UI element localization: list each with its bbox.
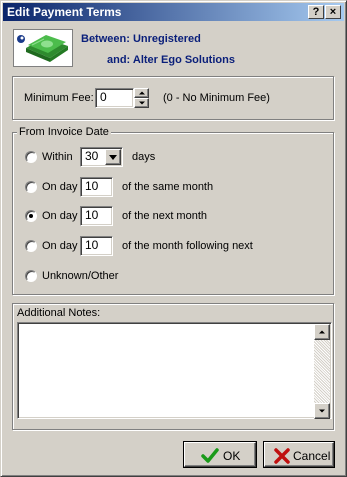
radio-next-month-label: On day xyxy=(42,210,78,222)
down-arrow-icon xyxy=(138,101,145,105)
notes-label: Additional Notes: xyxy=(17,307,101,319)
same-month-suffix: of the same month xyxy=(122,181,214,193)
notes-scroll-up-button[interactable] xyxy=(314,324,330,340)
next-month-day-input[interactable]: 10 xyxy=(80,206,113,226)
help-button[interactable]: ? xyxy=(308,5,324,19)
and-label: and: xyxy=(107,54,131,66)
radio-within-label: Within xyxy=(42,151,73,163)
radio-unknown-other[interactable] xyxy=(25,270,37,282)
between-value: Unregistered xyxy=(132,33,201,45)
radio-same-month[interactable] xyxy=(25,181,37,193)
radio-month-following-next-label: On day xyxy=(42,240,78,252)
ok-button[interactable]: OK xyxy=(184,442,256,467)
edit-payment-terms-dialog: Edit Payment Terms ? × Between: Unregist… xyxy=(0,0,347,477)
and-row: and: Alter Ego Solutions xyxy=(107,54,235,66)
radio-month-following-next[interactable] xyxy=(25,240,37,252)
within-suffix: days xyxy=(132,151,156,163)
minimum-fee-label: Minimum Fee: xyxy=(24,92,94,104)
window-title: Edit Payment Terms xyxy=(7,5,122,19)
ok-button-label: OK xyxy=(223,449,241,463)
invoice-date-group-title: From Invoice Date xyxy=(17,126,111,138)
check-icon xyxy=(201,448,219,463)
and-value: Alter Ego Solutions xyxy=(132,54,235,66)
radio-same-month-label: On day xyxy=(42,181,78,193)
cancel-button-label: Cancel xyxy=(293,449,331,463)
radio-unknown-other-label: Unknown/Other xyxy=(42,270,119,282)
up-arrow-icon xyxy=(138,91,145,95)
dropdown-arrow-icon xyxy=(109,155,117,160)
minimum-fee-spin-down[interactable] xyxy=(134,98,149,108)
minimum-fee-input[interactable]: 0 xyxy=(95,88,134,108)
next-month-suffix: of the next month xyxy=(122,210,207,222)
title-bar[interactable]: Edit Payment Terms ? × xyxy=(3,3,344,21)
within-days-value: 30 xyxy=(85,149,99,163)
notes-scrollbar-track[interactable] xyxy=(314,340,330,403)
month-following-next-suffix: of the month following next xyxy=(122,240,253,252)
same-month-day-input[interactable]: 10 xyxy=(80,177,113,197)
between-row: Between: Unregistered xyxy=(81,33,201,45)
up-arrow-icon xyxy=(319,330,325,334)
notes-scroll-down-button[interactable] xyxy=(314,403,330,419)
notes-textarea[interactable] xyxy=(17,322,332,419)
month-following-next-day-input[interactable]: 10 xyxy=(80,236,113,256)
radio-next-month[interactable] xyxy=(25,210,37,222)
down-arrow-icon xyxy=(319,409,325,413)
close-button[interactable]: × xyxy=(325,5,341,19)
money-stack-icon xyxy=(13,29,73,67)
cancel-x-icon xyxy=(274,448,290,464)
between-label: Between: xyxy=(81,33,130,45)
radio-within[interactable] xyxy=(25,151,37,163)
minimum-fee-hint: (0 - No Minimum Fee) xyxy=(163,92,270,104)
minimum-fee-spin-up[interactable] xyxy=(134,88,149,98)
cancel-button[interactable]: Cancel xyxy=(264,442,334,467)
within-days-dropdown-button[interactable] xyxy=(105,149,121,165)
